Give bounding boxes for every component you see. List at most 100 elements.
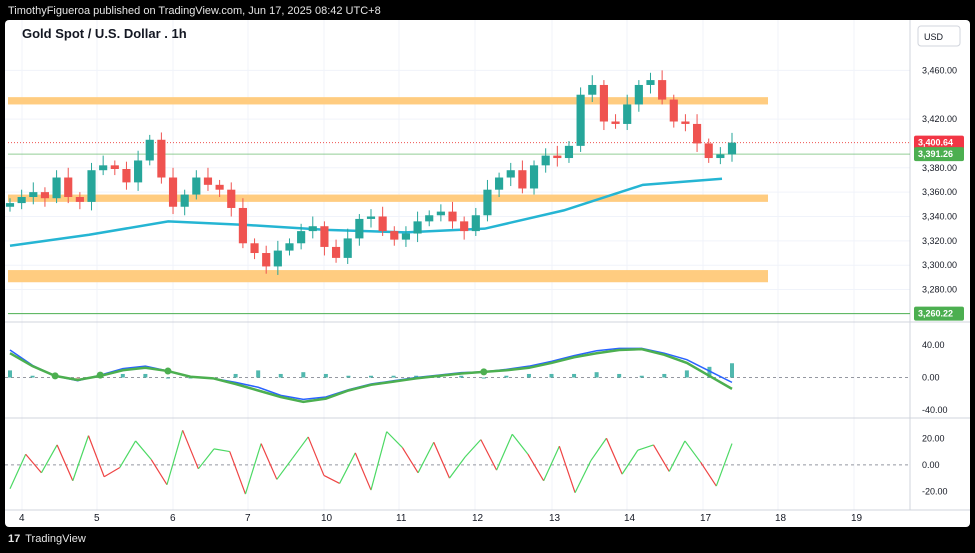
candle-body xyxy=(448,211,457,222)
macd-histogram-bar xyxy=(504,375,509,378)
candle-body xyxy=(413,221,422,234)
candle-body xyxy=(401,233,411,240)
price-zones xyxy=(8,97,910,315)
oscillator-segment xyxy=(480,439,498,471)
candle-body xyxy=(180,194,189,207)
oscillator-segment xyxy=(213,448,230,453)
candle-body xyxy=(669,99,678,122)
candle-body xyxy=(646,80,655,85)
moving-average xyxy=(9,177,723,247)
time-tick-label: 10 xyxy=(321,513,333,524)
oscillator-segment xyxy=(197,448,215,470)
oscillator-segment xyxy=(574,460,592,493)
macd-histogram-bar xyxy=(572,373,577,378)
price-tick-label: 3,420.00 xyxy=(922,114,957,124)
macd-tick-label: 40.00 xyxy=(922,340,945,350)
oscillator-segment xyxy=(40,444,58,474)
candle-body xyxy=(704,143,713,159)
oscillator-segment xyxy=(448,456,466,479)
candle-body xyxy=(343,238,352,258)
candle-body xyxy=(40,192,50,199)
support-level-badge-text: 3,260.22 xyxy=(918,309,953,319)
oscillator-segment xyxy=(56,444,74,481)
oscillator-segment xyxy=(590,437,607,462)
oscillator-segment xyxy=(339,452,356,484)
candle-body xyxy=(495,177,504,190)
oscillator-segment xyxy=(182,430,199,470)
candle-body xyxy=(378,216,387,232)
oscillator-segment xyxy=(605,438,623,475)
macd-histogram-bar xyxy=(481,377,486,379)
oscillator-segment xyxy=(417,441,435,474)
oscillator-segment xyxy=(87,435,105,477)
oscillator-segment xyxy=(276,457,294,480)
macd-cross-marker xyxy=(51,372,59,380)
oscillator-segment xyxy=(511,433,529,455)
candle-body xyxy=(460,221,469,232)
candle-body xyxy=(425,215,434,222)
macd-histogram-bar xyxy=(594,372,599,378)
price-axis: 3,460.00 3,420.00 3,380.00 3,360.00 3,340.00… xyxy=(914,65,964,496)
oscillator-segment xyxy=(307,436,325,476)
price-tick-label: 3,360.00 xyxy=(922,187,957,197)
time-tick-label: 6 xyxy=(170,513,176,524)
macd-slow-line xyxy=(9,347,733,404)
macd-histogram-bar xyxy=(684,370,689,378)
macd-fast-line xyxy=(9,347,733,401)
macd-histogram-bar xyxy=(549,373,554,378)
oscillator-segment xyxy=(150,459,168,486)
time-tick-label: 11 xyxy=(396,513,407,524)
candle-body xyxy=(52,177,61,199)
macd-histogram-bar xyxy=(730,363,734,378)
candle-body xyxy=(250,243,259,254)
tradingview-brand[interactable]: 17 TradingView xyxy=(8,533,86,545)
oscillator-segment xyxy=(684,440,702,463)
time-tick-label: 5 xyxy=(94,513,100,524)
candle-body xyxy=(75,197,84,202)
oscillator-tick-label: -20.00 xyxy=(922,486,948,496)
price-tick-label: 3,340.00 xyxy=(922,211,957,221)
time-tick-label: 19 xyxy=(851,513,863,524)
macd-histogram-bar xyxy=(617,373,622,378)
moving-average-line xyxy=(9,177,723,247)
candle-body xyxy=(541,155,550,166)
ma-value-badge-text: 3,391.26 xyxy=(918,149,953,159)
macd-histogram-bar xyxy=(526,373,531,378)
time-tick-label: 12 xyxy=(472,513,484,524)
time-axis: 4 5 6 7 10 11 12 13 14 17 18 19 xyxy=(19,513,863,524)
time-tick-label: 17 xyxy=(700,513,712,524)
current-price-badge-text: 3,400.64 xyxy=(918,138,953,148)
oscillator-pane xyxy=(5,430,910,495)
chart-canvas[interactable]: 3,460.00 3,420.00 3,380.00 3,360.00 3,340.00… xyxy=(5,20,970,527)
candle-body xyxy=(87,170,96,202)
candle-body xyxy=(518,170,527,189)
oscillator-segment xyxy=(72,435,90,481)
price-tick-label: 3,460.00 xyxy=(922,65,957,75)
candle-body xyxy=(122,168,131,183)
oscillator-segment xyxy=(119,440,137,468)
candle-body xyxy=(588,84,597,95)
macd-histogram-bar xyxy=(323,373,328,378)
macd-histogram-bar xyxy=(233,373,238,378)
candle-body xyxy=(611,121,620,124)
macd-histogram-bar xyxy=(369,375,373,378)
macd-histogram-bar xyxy=(256,370,261,378)
candle-body xyxy=(436,211,445,216)
oscillator-segment xyxy=(621,449,639,475)
oscillator-segment xyxy=(135,440,152,460)
oscillator-tick-label: 0.00 xyxy=(922,460,940,470)
candle-body xyxy=(273,250,282,267)
macd-histogram-bar xyxy=(278,373,283,378)
macd-histogram-bar xyxy=(346,375,351,378)
macd-histogram-bar xyxy=(165,377,170,379)
macd-histogram-bar xyxy=(30,375,35,378)
oscillator-segment xyxy=(386,431,403,448)
candle-body xyxy=(727,142,737,155)
candle-body xyxy=(17,197,26,204)
candle-body xyxy=(285,243,294,251)
published-caption: TimothyFigueroa published on TradingView… xyxy=(8,5,381,17)
time-tick-label: 13 xyxy=(549,513,561,524)
grid xyxy=(5,20,970,511)
candle-body xyxy=(390,231,399,240)
oscillator-segment xyxy=(260,443,278,480)
